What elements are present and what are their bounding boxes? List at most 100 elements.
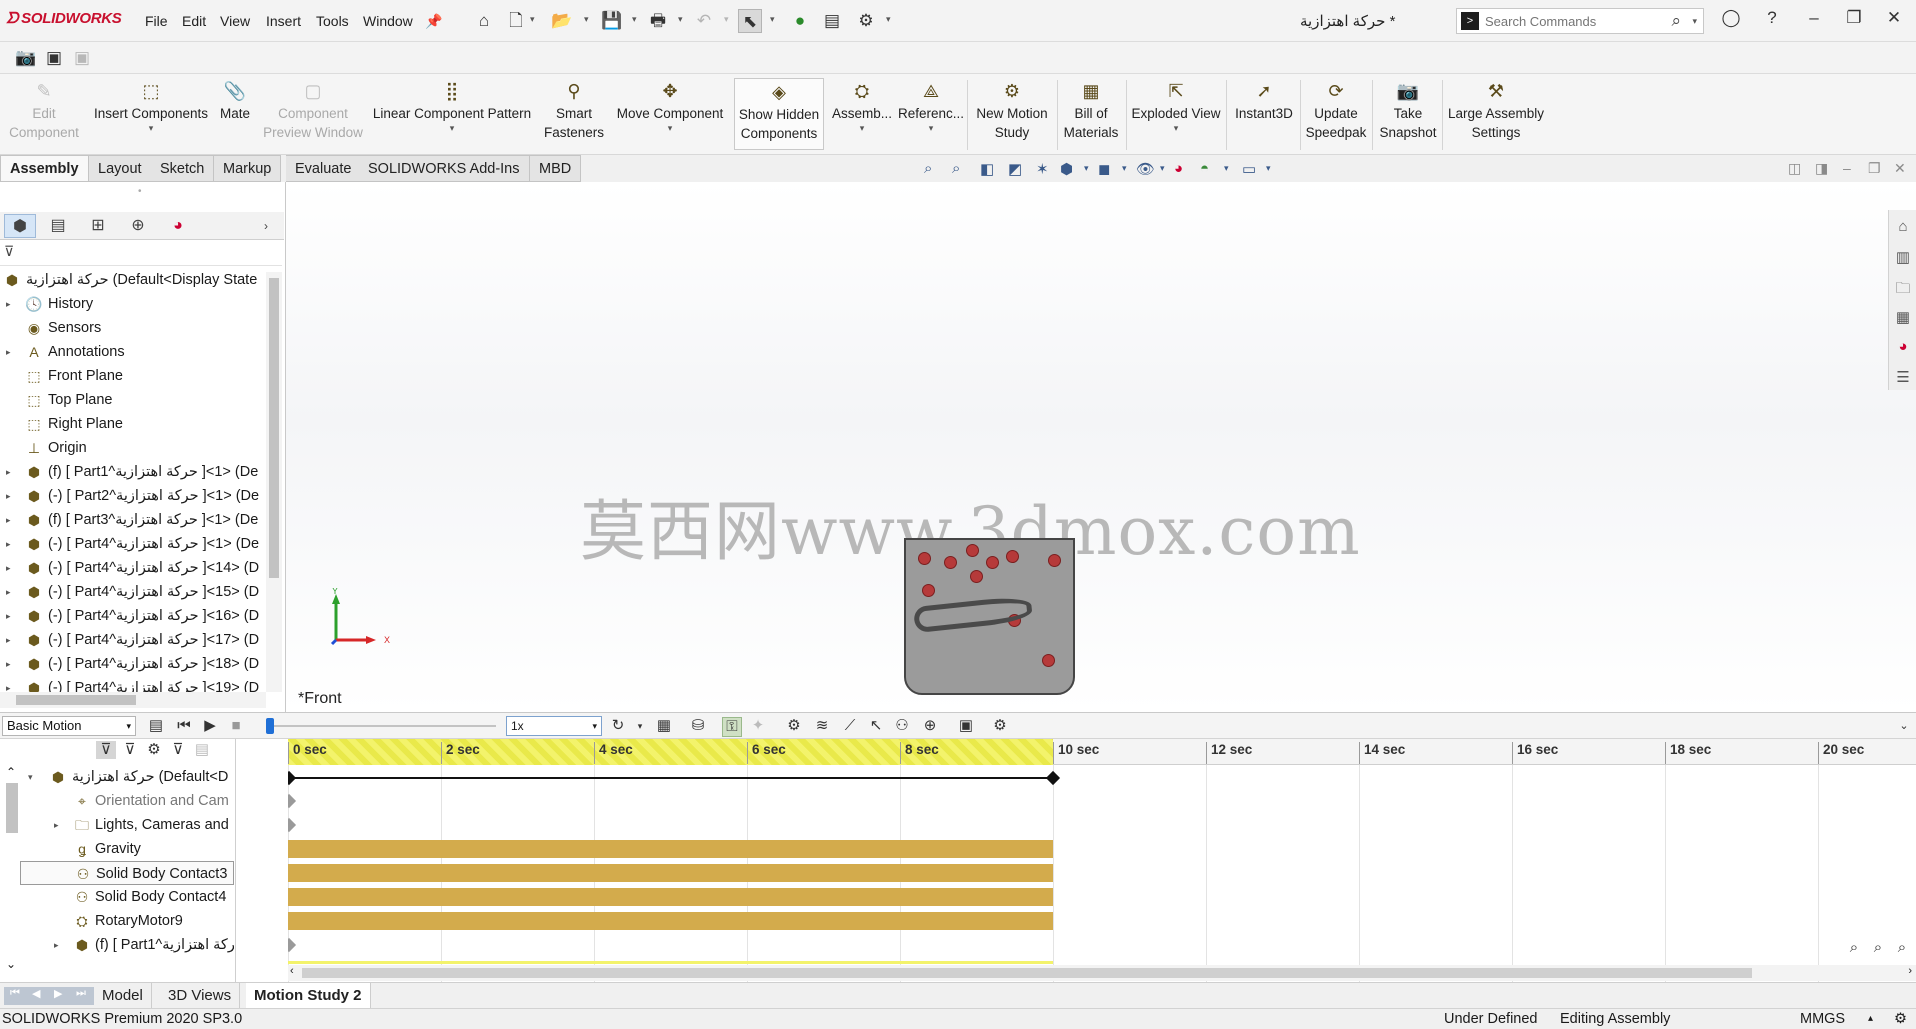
print-icon[interactable]: 🖶 xyxy=(646,9,670,33)
tab-sketch[interactable]: Sketch xyxy=(151,155,215,182)
hide-show-items-icon[interactable]: 👁 xyxy=(1136,160,1155,178)
play-icon[interactable]: ▶ xyxy=(200,717,220,735)
motion-tree-item[interactable]: ▸ 🗀 Lights, Cameras and xyxy=(20,813,234,837)
expand-icon[interactable]: ▸ xyxy=(6,508,11,532)
exploded-view-dropdown-icon[interactable]: ▾ xyxy=(1130,123,1222,133)
ball-part[interactable] xyxy=(970,570,983,583)
home-icon[interactable]: ⌂ xyxy=(472,9,496,33)
search-icon[interactable]: ⌕ xyxy=(1671,11,1681,31)
motion-tree-item[interactable]: ⌖ Orientation and Cam xyxy=(20,789,234,813)
rebuild-traffic-light-icon[interactable]: ● xyxy=(788,9,812,33)
pane-right-icon[interactable]: ◨ xyxy=(1815,160,1828,177)
scroll-right-icon[interactable]: › xyxy=(1908,965,1912,977)
feature-manager-tab-icon[interactable]: ⬢ xyxy=(4,214,36,238)
last-tab-icon[interactable]: ⏭ xyxy=(76,987,86,1000)
study-type-select[interactable]: Basic Motion ▾ xyxy=(2,716,136,736)
ball-part[interactable] xyxy=(1048,554,1061,567)
open-icon[interactable]: 📂 xyxy=(550,9,574,33)
tree-item[interactable]: ▸ ⬢ (-) [ Part4^حركة اهتزازية ]<16> (D xyxy=(0,604,266,628)
filter-funnel-icon[interactable]: ⊽ xyxy=(4,243,14,259)
filter-driving-icon[interactable]: ⊽ xyxy=(120,741,140,759)
move-component-button[interactable]: ✥ Move Component ▾ xyxy=(610,78,730,150)
playback-slider-track[interactable] xyxy=(266,725,496,727)
collapse-icon[interactable]: ▾ xyxy=(28,765,33,789)
filter-selected-icon[interactable]: ⚙ xyxy=(144,741,164,759)
filter-results-icon[interactable]: ⊽ xyxy=(168,741,188,759)
solidworks-resources-icon[interactable]: ⌂ xyxy=(1893,218,1913,238)
collapse-motion-manager-icon[interactable]: ⌄ xyxy=(1894,717,1914,735)
gravity-icon[interactable]: ⊕ xyxy=(920,717,940,735)
motion-study-properties-icon[interactable]: ⚙ xyxy=(990,717,1010,735)
bill-of-materials-button[interactable]: ▦ Bill of Materials xyxy=(1060,78,1122,150)
display-style-icon[interactable]: ◼ xyxy=(1098,160,1110,178)
view-palette-icon[interactable]: ▦ xyxy=(1893,308,1913,328)
ball-part[interactable] xyxy=(944,556,957,569)
options-gear-icon[interactable]: ⚙ xyxy=(854,9,878,33)
damper-icon[interactable]: ⟋ xyxy=(840,717,860,735)
user-account-icon[interactable]: ◯ xyxy=(1717,8,1745,28)
menu-file[interactable]: File xyxy=(145,13,168,29)
menu-window[interactable]: Window xyxy=(363,13,413,29)
motion-tree-item[interactable]: ▸ ⬢ (f) [ Part1^حركة اهتزازية xyxy=(20,933,234,957)
appearances-scenes-icon[interactable]: ◕ xyxy=(1893,338,1913,358)
design-library-icon[interactable]: ▥ xyxy=(1893,248,1913,268)
ball-part[interactable] xyxy=(1042,654,1055,667)
calculate-icon[interactable]: ▤ xyxy=(146,717,166,735)
expand-icon[interactable]: ▸ xyxy=(6,292,11,316)
scroll-down-icon[interactable]: ⌄ xyxy=(6,957,16,971)
search-dropdown-icon[interactable]: ▾ xyxy=(1692,16,1697,27)
assembly-timeline-bar[interactable] xyxy=(288,777,1053,779)
new-document-icon[interactable]: 🗋 xyxy=(504,9,528,33)
new-dropdown-icon[interactable]: ▾ xyxy=(530,14,535,25)
animation-wizard-icon[interactable]: ⛁ xyxy=(688,717,708,735)
instant3d-button[interactable]: ➚ Instant3D xyxy=(1230,78,1298,150)
ball-part[interactable] xyxy=(918,552,931,565)
reference-geometry-button[interactable]: ⟁ Referenc... ▾ xyxy=(898,78,964,150)
scrollbar-thumb[interactable] xyxy=(269,278,279,578)
scroll-left-icon[interactable]: ‹ xyxy=(290,965,294,977)
expand-icon[interactable]: ▸ xyxy=(6,556,11,580)
section-view-icon[interactable]: ◩ xyxy=(1008,160,1022,178)
tree-item[interactable]: ⬚ Front Plane xyxy=(0,364,266,388)
tree-item[interactable]: ◉ Sensors xyxy=(0,316,266,340)
motion-tree-root[interactable]: ▾ ⬢ حركة اهتزازية (Default<D xyxy=(20,765,234,789)
start-key-point[interactable] xyxy=(288,770,297,786)
search-commands-box[interactable]: > ⌕ ▾ xyxy=(1456,8,1704,34)
tab-3d-views[interactable]: 3D Views xyxy=(160,983,241,1008)
key-point[interactable] xyxy=(288,817,297,833)
custom-properties-icon[interactable]: ☰ xyxy=(1893,368,1913,388)
tree-item[interactable]: ▸ ⬢ (f) [ Part3^حركة اهتزازية ]<1> (De xyxy=(0,508,266,532)
force-icon[interactable]: ↖ xyxy=(866,717,886,735)
unit-system[interactable]: MMGS xyxy=(1800,1009,1845,1029)
unit-system-dropdown-icon[interactable]: ▴ xyxy=(1868,1009,1873,1029)
cam-slot-part[interactable] xyxy=(912,594,1034,634)
tree-filter[interactable]: ⊽ xyxy=(0,240,282,266)
assembly-features-button[interactable]: ⛭ Assemb... ▾ xyxy=(830,78,894,150)
close-icon[interactable]: ✕ xyxy=(1880,8,1908,28)
expand-icon[interactable]: ▸ xyxy=(54,813,59,837)
collapse-tree-icon[interactable]: ▤ xyxy=(192,741,212,759)
tree-item[interactable]: ▸ ⬢ (-) [ Part2^حركة اهتزازية ]<1> (De xyxy=(0,484,266,508)
timeline-bar[interactable] xyxy=(288,888,1053,906)
tab-assembly[interactable]: Assembly xyxy=(0,155,89,182)
pane-left-icon[interactable]: ◫ xyxy=(1788,160,1801,177)
linear-pattern-dropdown-icon[interactable]: ▾ xyxy=(368,123,536,133)
previous-view-icon[interactable]: ◧ xyxy=(980,160,994,178)
property-manager-tab-icon[interactable]: ▤ xyxy=(42,214,74,238)
timeline-bar[interactable] xyxy=(288,864,1053,882)
ball-part[interactable] xyxy=(966,544,979,557)
menu-insert[interactable]: Insert xyxy=(266,13,301,29)
tab-mbd[interactable]: MBD xyxy=(530,155,582,182)
tree-item[interactable]: ▸ ⬢ (-) [ Part4^حركة اهتزازية ]<15> (D xyxy=(0,580,266,604)
key-point[interactable] xyxy=(288,937,297,953)
scrollbar-thumb[interactable] xyxy=(16,695,136,705)
scrollbar-thumb[interactable] xyxy=(6,783,18,833)
timeline-bar[interactable] xyxy=(288,840,1053,858)
play-from-start-icon[interactable]: ⏮ xyxy=(174,717,194,735)
exploded-view-button[interactable]: ⇱ Exploded View ▾ xyxy=(1130,78,1222,150)
document-close-icon[interactable]: ✕ xyxy=(1894,160,1906,177)
expand-icon[interactable]: ▸ xyxy=(54,933,59,957)
motion-tree-item[interactable]: ǥ Gravity xyxy=(20,837,234,861)
graphics-area[interactable] xyxy=(286,182,1916,712)
display-style-dropdown-icon[interactable]: ▾ xyxy=(1122,163,1127,174)
